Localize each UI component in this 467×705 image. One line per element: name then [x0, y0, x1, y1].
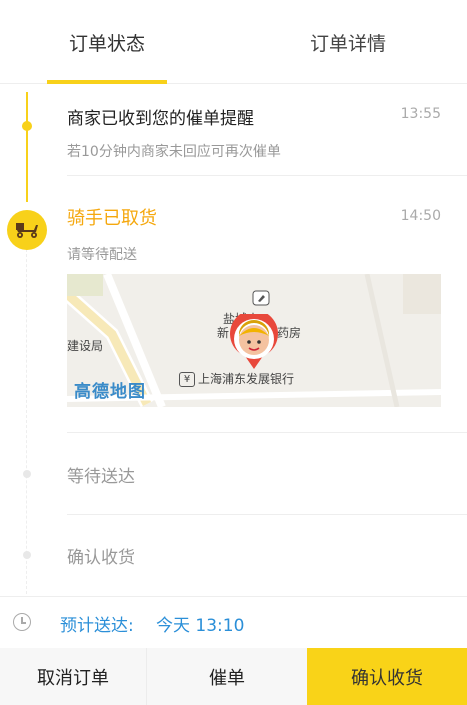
- rider-location-pin-icon: [227, 309, 281, 374]
- step-picked-up-time: 14:50: [400, 208, 441, 224]
- timeline-dot-pending: [23, 551, 31, 559]
- tab-order-detail[interactable]: 订单详情: [288, 0, 408, 84]
- tab-bar: 订单状态 订单详情: [0, 0, 467, 84]
- urge-order-button[interactable]: 催单: [147, 648, 307, 705]
- order-timeline: 商家已收到您的催单提醒 若10分钟内商家未回应可再次催单 13:55 骑手已取货…: [0, 84, 467, 596]
- timeline-dot-done: [22, 121, 32, 131]
- divider: [67, 175, 467, 176]
- tab-order-status[interactable]: 订单状态: [47, 0, 167, 84]
- timeline-dot-pending: [23, 470, 31, 478]
- step-urge-subtitle: 若10分钟内商家未回应可再次催单: [67, 144, 281, 160]
- eta-value: 今天 13:10: [156, 616, 245, 636]
- step-urge-title: 商家已收到您的催单提醒: [67, 109, 254, 129]
- rider-scooter-icon: [7, 210, 47, 250]
- estimated-delivery: 预计送达: 今天 13:10: [0, 596, 467, 648]
- eta-label: 预计送达:: [60, 616, 134, 636]
- confirm-receipt-button[interactable]: 确认收货: [307, 648, 467, 705]
- map-poi-icon: [252, 290, 270, 309]
- cancel-order-button[interactable]: 取消订单: [0, 648, 147, 705]
- map-provider-logo: 高德地图: [74, 382, 146, 402]
- map-label-bank-text: 上海浦东发展银行: [198, 372, 295, 386]
- rider-location-map[interactable]: 盐城南 新 药房 建设局 ¥上海浦东发展银行 高德地图: [67, 274, 441, 407]
- clock-icon: [13, 613, 31, 631]
- step-picked-up-title: 骑手已取货: [67, 208, 157, 229]
- divider: [67, 514, 467, 515]
- bottom-action-bar: 取消订单 催单 确认收货: [0, 648, 467, 705]
- divider: [67, 432, 467, 433]
- map-label-road: 建设局: [67, 339, 104, 353]
- step-urge-time: 13:55: [400, 106, 441, 122]
- step-confirm-receipt-title: 确认收货: [67, 548, 135, 568]
- step-awaiting-delivery-title: 等待送达: [67, 467, 135, 487]
- timeline-line-pending: [26, 244, 27, 594]
- timeline-line-active: [26, 92, 28, 202]
- bank-icon: ¥: [179, 372, 195, 387]
- step-picked-up-subtitle: 请等待配送: [67, 247, 137, 263]
